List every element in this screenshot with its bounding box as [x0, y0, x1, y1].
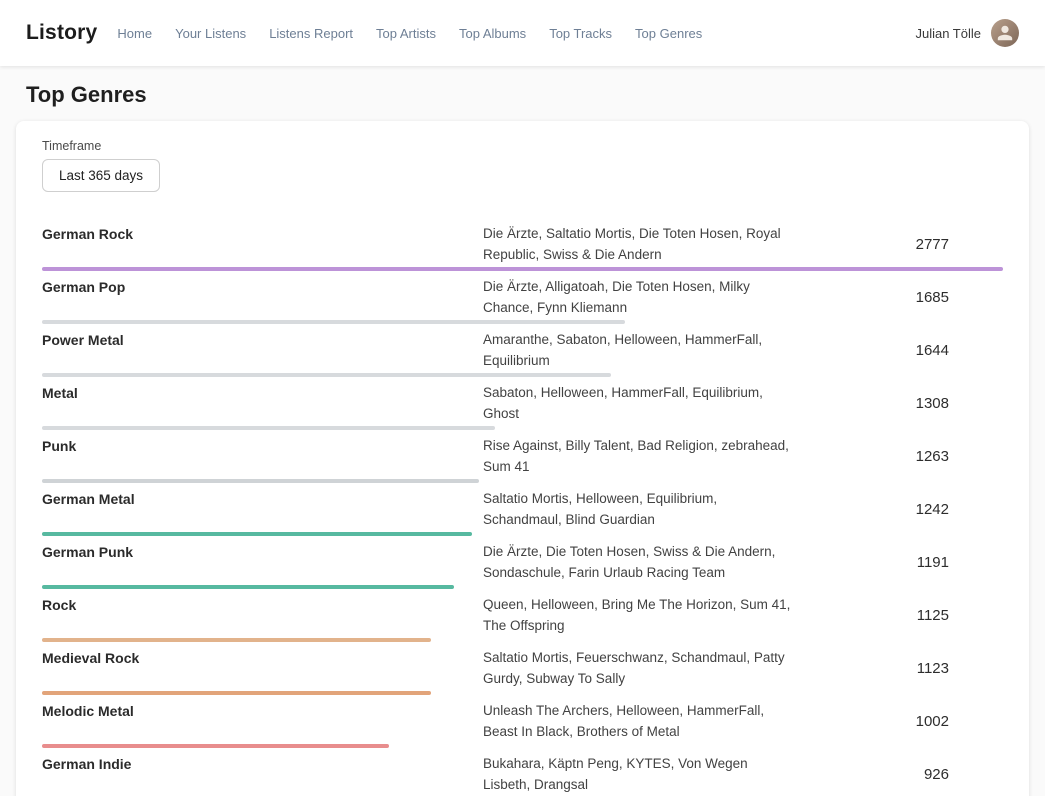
timeframe-select[interactable]: Last 365 days: [42, 159, 160, 192]
genre-row: German PunkDie Ärzte, Die Toten Hosen, S…: [42, 536, 1003, 589]
genre-count: 1125: [793, 607, 1003, 624]
genre-row: German PopDie Ärzte, Alligatoah, Die Tot…: [42, 271, 1003, 324]
genre-count: 1685: [793, 289, 1003, 306]
nav-link-top-albums[interactable]: Top Albums: [459, 26, 526, 41]
top-navbar: Listory Home Your Listens Listens Report To…: [0, 0, 1045, 66]
genre-name: Medieval Rock: [42, 647, 483, 689]
genre-count: 1644: [793, 342, 1003, 359]
nav-link-top-genres[interactable]: Top Genres: [635, 26, 702, 41]
genre-count: 1263: [793, 448, 1003, 465]
genre-name: Punk: [42, 435, 483, 477]
genre-count: 1242: [793, 501, 1003, 518]
genre-count: 1002: [793, 713, 1003, 730]
genre-row: German RockDie Ärzte, Saltatio Mortis, D…: [42, 218, 1003, 271]
user-name: Julian Tölle: [915, 26, 981, 41]
genre-name: German Pop: [42, 276, 483, 318]
genre-artists: Die Ärzte, Saltatio Mortis, Die Toten Ho…: [483, 223, 793, 265]
nav-link-your-listens[interactable]: Your Listens: [175, 26, 246, 41]
genre-count: 1308: [793, 395, 1003, 412]
genre-row: RockQueen, Helloween, Bring Me The Horiz…: [42, 589, 1003, 642]
timeframe-label: Timeframe: [42, 139, 1003, 153]
genre-row: PunkRise Against, Billy Talent, Bad Reli…: [42, 430, 1003, 483]
genre-name: Melodic Metal: [42, 700, 483, 742]
genre-count: 1123: [793, 660, 1003, 677]
genre-row: Medieval RockSaltatio Mortis, Feuerschwa…: [42, 642, 1003, 695]
genre-count: 1191: [793, 554, 1003, 571]
user-menu[interactable]: Julian Tölle: [915, 19, 1019, 47]
genre-row: Melodic MetalUnleash The Archers, Hellow…: [42, 695, 1003, 748]
genre-artists: Amaranthe, Sabaton, Helloween, HammerFal…: [483, 329, 793, 371]
genre-rows: German RockDie Ärzte, Saltatio Mortis, D…: [42, 218, 1003, 796]
nav-link-home[interactable]: Home: [117, 26, 152, 41]
genre-name: German Metal: [42, 488, 483, 530]
genre-name: German Punk: [42, 541, 483, 583]
genre-artists: Bukahara, Käptn Peng, KYTES, Von Wegen L…: [483, 753, 793, 795]
genre-artists: Die Ärzte, Die Toten Hosen, Swiss & Die …: [483, 541, 793, 583]
genre-artists: Sabaton, Helloween, HammerFall, Equilibr…: [483, 382, 793, 424]
genre-count: 926: [793, 766, 1003, 783]
genre-row: MetalSabaton, Helloween, HammerFall, Equ…: [42, 377, 1003, 430]
genre-name: German Indie: [42, 753, 483, 795]
genre-row: German MetalSaltatio Mortis, Helloween, …: [42, 483, 1003, 536]
page-title: Top Genres: [26, 82, 1045, 108]
user-avatar-icon[interactable]: [991, 19, 1019, 47]
genre-name: German Rock: [42, 223, 483, 265]
genre-name: Rock: [42, 594, 483, 636]
genre-artists: Die Ärzte, Alligatoah, Die Toten Hosen, …: [483, 276, 793, 318]
genre-name: Metal: [42, 382, 483, 424]
genre-row: German IndieBukahara, Käptn Peng, KYTES,…: [42, 748, 1003, 796]
genre-artists: Rise Against, Billy Talent, Bad Religion…: [483, 435, 793, 477]
genre-name: Power Metal: [42, 329, 483, 371]
nav-link-listens-report[interactable]: Listens Report: [269, 26, 353, 41]
top-genres-card: Timeframe Last 365 days German RockDie Ä…: [16, 121, 1029, 796]
genre-artists: Queen, Helloween, Bring Me The Horizon, …: [483, 594, 793, 636]
nav-link-top-artists[interactable]: Top Artists: [376, 26, 436, 41]
genre-count: 2777: [793, 236, 1003, 253]
nav-links: Home Your Listens Listens Report Top Artist…: [117, 26, 915, 41]
genre-row: Power MetalAmaranthe, Sabaton, Helloween…: [42, 324, 1003, 377]
genre-artists: Saltatio Mortis, Helloween, Equilibrium,…: [483, 488, 793, 530]
nav-link-top-tracks[interactable]: Top Tracks: [549, 26, 612, 41]
genre-artists: Unleash The Archers, Helloween, HammerFa…: [483, 700, 793, 742]
app-logo[interactable]: Listory: [26, 21, 97, 45]
genre-artists: Saltatio Mortis, Feuerschwanz, Schandmau…: [483, 647, 793, 689]
